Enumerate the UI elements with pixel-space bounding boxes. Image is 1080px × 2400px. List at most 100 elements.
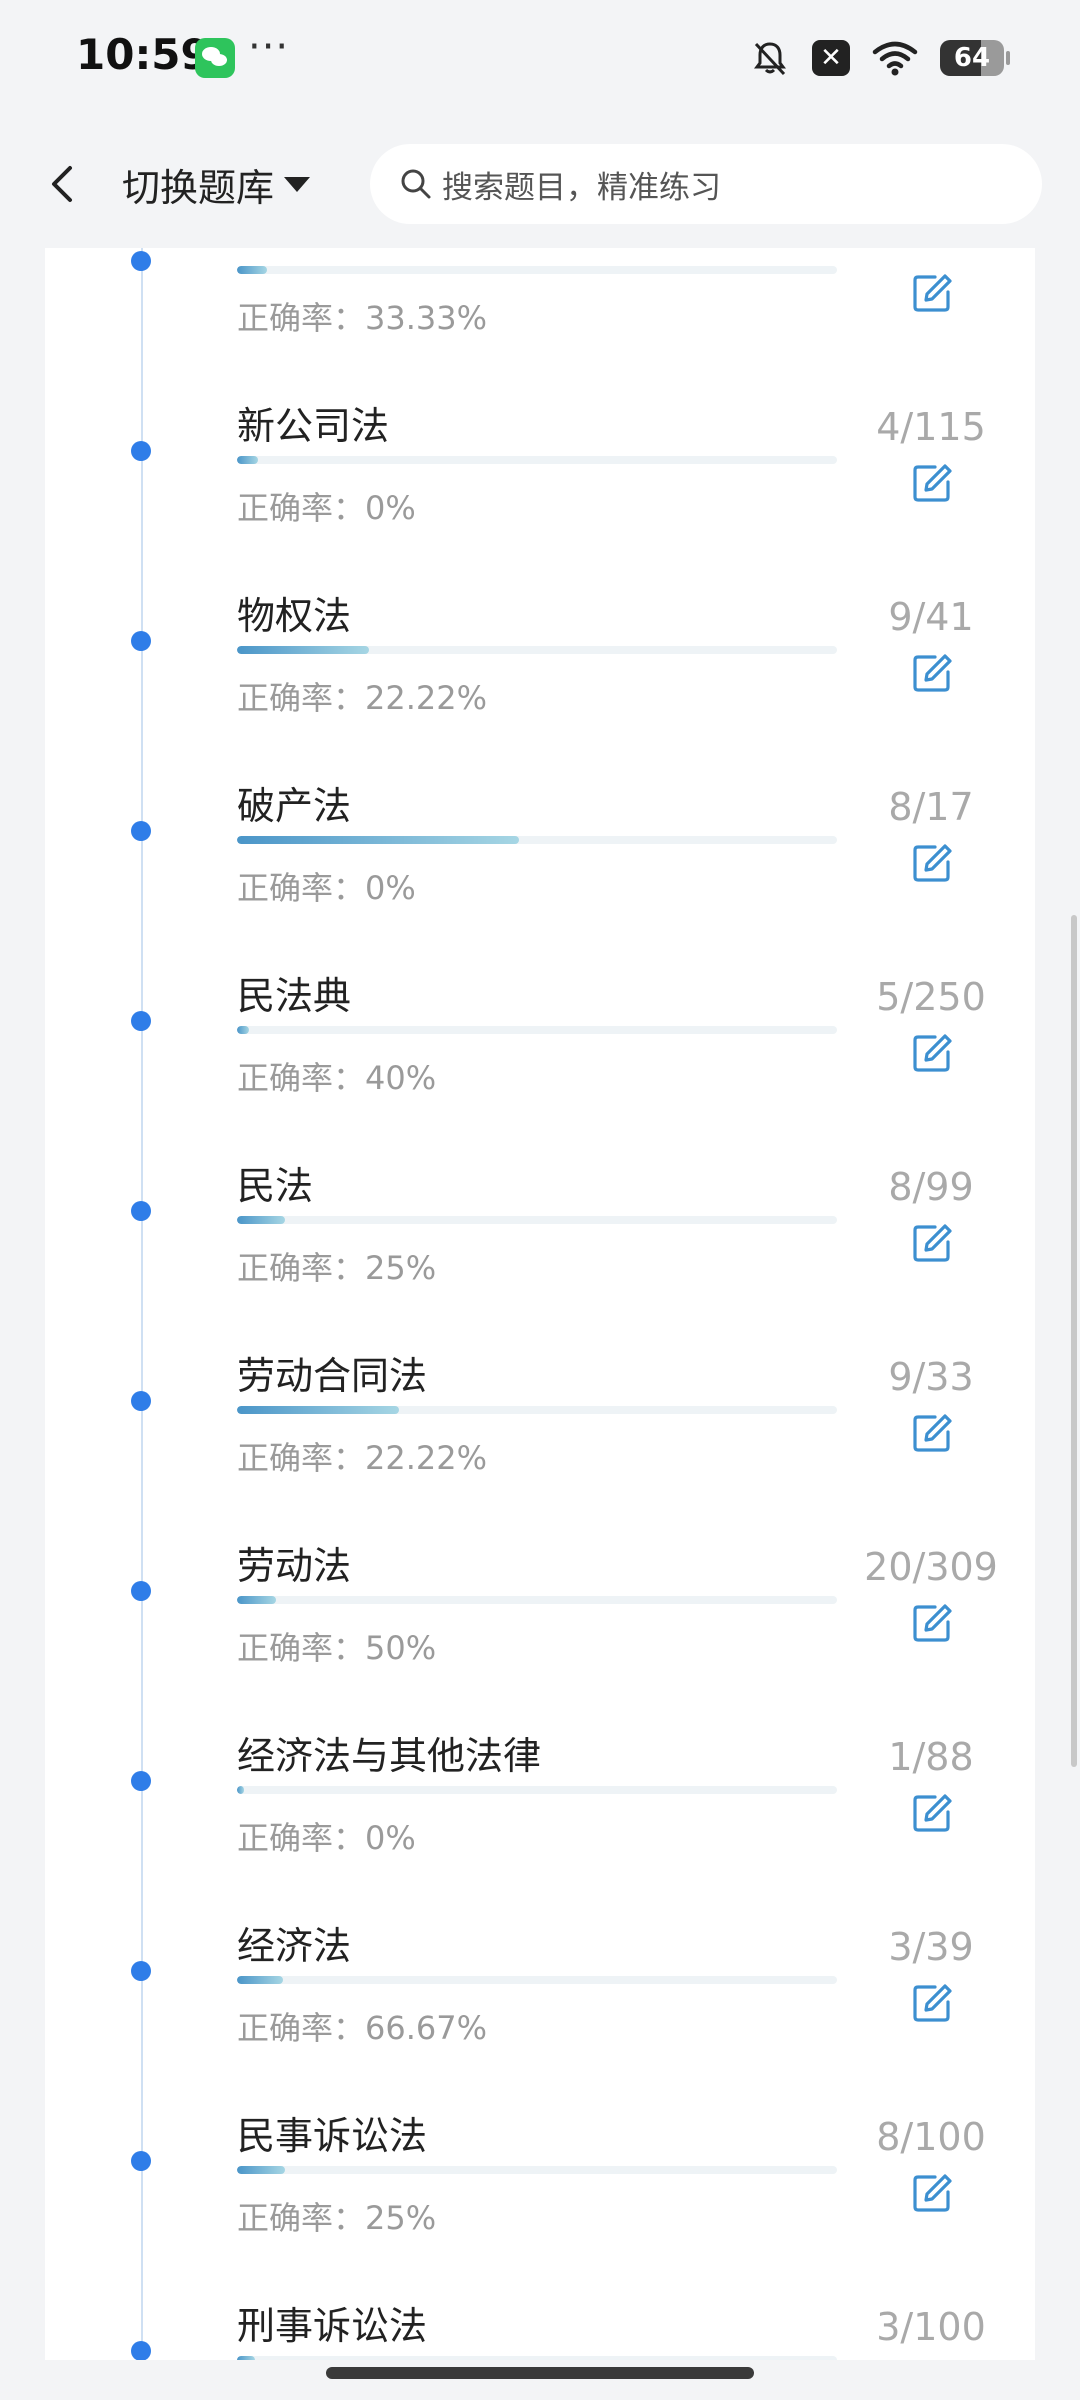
list-item[interactable]: 新公司法 正确率：0% 4/115 xyxy=(45,345,1035,535)
status-bar: 10:59 ··· ✕ 64 xyxy=(0,0,1080,120)
list-item[interactable]: 经济法与其他法律正确率：0% 1/88 xyxy=(45,1675,1035,1865)
item-title: 经济法与其他法律 xyxy=(237,1734,542,1778)
search-icon xyxy=(401,169,431,199)
switch-bank-label: 切换题库 xyxy=(122,165,275,210)
progress-count: 9/41 xyxy=(888,595,974,639)
wechat-icon xyxy=(195,38,235,78)
search-input[interactable]: 搜索题目，精准练习 xyxy=(370,144,1042,224)
timeline-dot xyxy=(131,1391,151,1411)
progress-bar xyxy=(237,2356,837,2360)
accuracy-text: 正确率：0% xyxy=(237,869,416,907)
item-title: 经济法 xyxy=(237,1924,352,1968)
caret-down-icon xyxy=(284,176,311,192)
status-time: 10:59 xyxy=(76,30,210,79)
progress-fill xyxy=(237,1216,285,1224)
timeline-dot xyxy=(131,2341,151,2360)
progress-fill xyxy=(237,836,519,844)
item-title: 民法 xyxy=(237,1164,314,1208)
edit-icon[interactable] xyxy=(911,1792,953,1834)
close-box-icon: ✕ xyxy=(812,40,850,76)
list-item[interactable]: 民事诉讼法 正确率：25% 8/100 xyxy=(45,2055,1035,2245)
item-title: 破产法 xyxy=(237,784,352,828)
progress-fill xyxy=(237,2356,255,2360)
progress-fill xyxy=(237,2166,285,2174)
progress-bar xyxy=(237,1786,837,1794)
item-title: 民法典 xyxy=(237,974,352,1018)
progress-bar xyxy=(237,836,837,844)
timeline-dot xyxy=(131,1581,151,1601)
progress-count: 8/99 xyxy=(888,1165,974,1209)
list-item[interactable]: 经济法正确率：66.67% 3/39 xyxy=(45,1865,1035,2055)
edit-icon[interactable] xyxy=(911,2172,953,2214)
progress-fill xyxy=(237,266,267,274)
accuracy-text: 正确率：22.22% xyxy=(237,679,488,717)
timeline-dot xyxy=(131,2151,151,2171)
header: 切换题库 搜索题目，精准练习 xyxy=(0,120,1080,248)
content-card: 正确率：33.33% 新公司法 正确率：0% 4/115 物权法 正确率：22.22% 9/… xyxy=(45,248,1035,2360)
edit-icon[interactable] xyxy=(911,842,953,884)
progress-bar xyxy=(237,646,837,654)
progress-bar xyxy=(237,1976,837,1984)
edit-icon[interactable] xyxy=(911,1982,953,2024)
bell-off-icon xyxy=(754,42,786,76)
chevron-left-icon[interactable] xyxy=(38,152,86,216)
timeline-dot xyxy=(131,821,151,841)
accuracy-text: 正确率：50% xyxy=(237,1629,437,1667)
progress-bar xyxy=(237,1216,837,1224)
timeline-dot xyxy=(131,1201,151,1221)
accuracy-text: 正确率：0% xyxy=(237,489,416,527)
edit-icon[interactable] xyxy=(911,462,953,504)
edit-icon[interactable] xyxy=(911,1032,953,1074)
switch-bank-button[interactable]: 切换题库 xyxy=(122,156,311,212)
progress-bar xyxy=(237,266,837,274)
more-dots-icon: ··· xyxy=(248,24,290,70)
timeline-dot xyxy=(131,251,151,271)
wifi-icon xyxy=(872,41,918,76)
list-item[interactable]: 民法正确率：25% 8/99 xyxy=(45,1105,1035,1295)
accuracy-text: 正确率：22.22% xyxy=(237,1439,488,1477)
progress-bar xyxy=(237,456,837,464)
list-item[interactable]: 破产法 正确率：0% 8/17 xyxy=(45,725,1035,915)
progress-count: 3/100 xyxy=(876,2305,986,2349)
accuracy-text: 正确率：66.67% xyxy=(237,2009,488,2047)
item-title: 劳动合同法 xyxy=(237,1354,428,1398)
home-indicator[interactable] xyxy=(326,2367,754,2379)
progress-count: 9/33 xyxy=(888,1355,974,1399)
status-icons: ✕ 64 xyxy=(750,36,1010,80)
progress-bar xyxy=(237,1596,837,1604)
progress-fill xyxy=(237,1786,244,1794)
accuracy-text: 正确率：0% xyxy=(237,1819,416,1857)
edit-icon[interactable] xyxy=(911,1222,953,1264)
list-item[interactable]: 劳动法 正确率：50% 20/309 xyxy=(45,1485,1035,1675)
progress-fill xyxy=(237,1976,284,1984)
list-item[interactable]: 物权法 正确率：22.22% 9/41 xyxy=(45,535,1035,725)
progress-count: 5/250 xyxy=(876,975,986,1019)
progress-fill xyxy=(237,1026,249,1034)
accuracy-text: 正确率：25% xyxy=(237,1249,437,1287)
progress-fill xyxy=(237,646,369,654)
progress-bar xyxy=(237,1406,837,1414)
progress-count: 8/100 xyxy=(876,2115,986,2159)
list-item[interactable]: 民法典正确率：40% 5/250 xyxy=(45,915,1035,1105)
list-item[interactable]: 刑事诉讼法正确率：33.33%3/100 xyxy=(45,2245,1035,2360)
edit-icon[interactable] xyxy=(911,1412,953,1454)
timeline-dot xyxy=(131,631,151,651)
progress-fill xyxy=(237,1406,399,1414)
edit-icon[interactable] xyxy=(911,652,953,694)
list-item[interactable]: 劳动合同法正确率：22.22% 9/33 xyxy=(45,1295,1035,1485)
progress-fill xyxy=(237,1596,276,1604)
progress-fill xyxy=(237,456,258,464)
edit-icon[interactable] xyxy=(911,272,953,314)
progress-bar xyxy=(237,2166,837,2174)
progress-count: 3/39 xyxy=(888,1925,974,1969)
accuracy-text: 正确率：40% xyxy=(237,1059,437,1097)
scrollbar[interactable] xyxy=(1071,915,1077,1767)
edit-icon[interactable] xyxy=(911,1602,953,1644)
progress-count: 1/88 xyxy=(888,1735,974,1779)
search-placeholder: 搜索题目，精准练习 xyxy=(442,169,721,206)
list-item[interactable]: 正确率：33.33% xyxy=(45,248,1035,345)
accuracy-text: 正确率：33.33% xyxy=(237,299,488,337)
item-title: 新公司法 xyxy=(237,404,390,448)
item-title: 刑事诉讼法 xyxy=(237,2304,428,2348)
item-title: 劳动法 xyxy=(237,1544,352,1588)
